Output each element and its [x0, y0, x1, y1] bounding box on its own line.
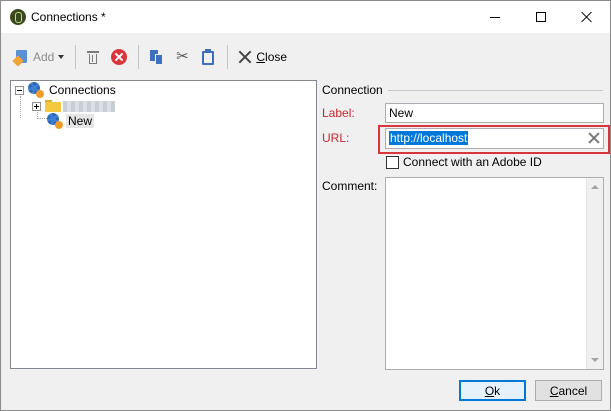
add-button[interactable]: Add — [10, 43, 68, 71]
redacted-folder-label — [63, 100, 115, 112]
close-x-icon — [237, 49, 253, 65]
comment-scrollbar[interactable] — [586, 178, 603, 369]
section-title: Connection — [322, 83, 383, 97]
expand-toggle-icon[interactable] — [32, 101, 41, 111]
close-icon — [581, 11, 593, 23]
clipboard-icon — [200, 49, 216, 65]
tree-guide-line — [20, 96, 21, 118]
paste-button[interactable] — [196, 43, 220, 71]
url-input-value: http://localhost — [389, 131, 469, 145]
scissors-icon: ✂ — [176, 48, 189, 65]
red-cross-icon — [111, 49, 128, 65]
close-button[interactable]: Close — [233, 43, 291, 71]
minimize-icon — [490, 16, 500, 18]
trash-icon — [85, 49, 101, 65]
url-input[interactable]: http://localhost — [385, 128, 604, 149]
adobe-id-checkbox-label[interactable]: Connect with an Adobe ID — [403, 155, 542, 169]
label-field-label: Label: — [322, 106, 355, 120]
maximize-button[interactable] — [518, 1, 564, 33]
tree-node-new[interactable]: New — [47, 113, 95, 129]
cut-button[interactable]: ✂ — [170, 43, 194, 71]
comment-field-label: Comment: — [322, 179, 378, 193]
tree-node-connections[interactable]: Connections — [15, 82, 118, 98]
label-input[interactable]: New — [385, 103, 604, 123]
clear-url-icon[interactable] — [587, 131, 601, 145]
ok-button-label: k — [494, 383, 501, 398]
connection-gear-icon — [47, 113, 63, 129]
cancel-button-label: ancel — [558, 383, 588, 398]
window-title: Connections * — [31, 10, 106, 24]
connections-window: Connections * Add ✂ Close Connections Ne… — [0, 0, 611, 411]
delete-button[interactable] — [81, 43, 105, 71]
ok-button-mnemonic: O — [484, 383, 495, 398]
tree-node-label: Connections — [49, 83, 116, 97]
cancel-edit-button[interactable] — [107, 43, 131, 71]
minimize-button[interactable] — [472, 1, 518, 33]
close-button-label: Close — [256, 50, 288, 64]
toolbar-separator — [138, 45, 140, 69]
scroll-up-icon[interactable] — [591, 185, 599, 189]
connections-gear-icon — [28, 82, 44, 98]
copy-icon — [148, 49, 164, 65]
section-divider — [388, 90, 603, 91]
adobe-id-checkbox[interactable] — [386, 156, 399, 169]
cancel-button-mnemonic: C — [549, 383, 559, 398]
toolbar-separator — [75, 45, 77, 69]
title-bar: Connections * — [1, 1, 610, 33]
copy-button[interactable] — [144, 43, 168, 71]
maximize-icon — [536, 12, 546, 22]
url-field-label: URL: — [322, 131, 350, 145]
app-logo-icon — [10, 9, 26, 25]
chevron-down-icon[interactable] — [58, 55, 65, 59]
collapse-toggle-icon[interactable] — [15, 85, 24, 95]
connections-tree[interactable]: Connections New — [10, 80, 317, 369]
tree-guide-line — [37, 118, 47, 119]
window-close-button[interactable] — [564, 1, 610, 33]
tree-node-folder[interactable] — [32, 98, 115, 114]
tree-node-label: New — [66, 114, 95, 128]
toolbar-separator — [227, 45, 229, 69]
scroll-down-icon[interactable] — [591, 358, 599, 362]
cancel-button[interactable]: Cancel — [535, 380, 602, 401]
add-item-icon — [12, 49, 30, 67]
folder-icon — [45, 100, 61, 112]
add-button-label: Add — [33, 50, 55, 64]
comment-textarea[interactable] — [385, 177, 604, 370]
toolbar: Add ✂ Close — [10, 41, 602, 73]
ok-button[interactable]: Ok — [459, 380, 526, 401]
